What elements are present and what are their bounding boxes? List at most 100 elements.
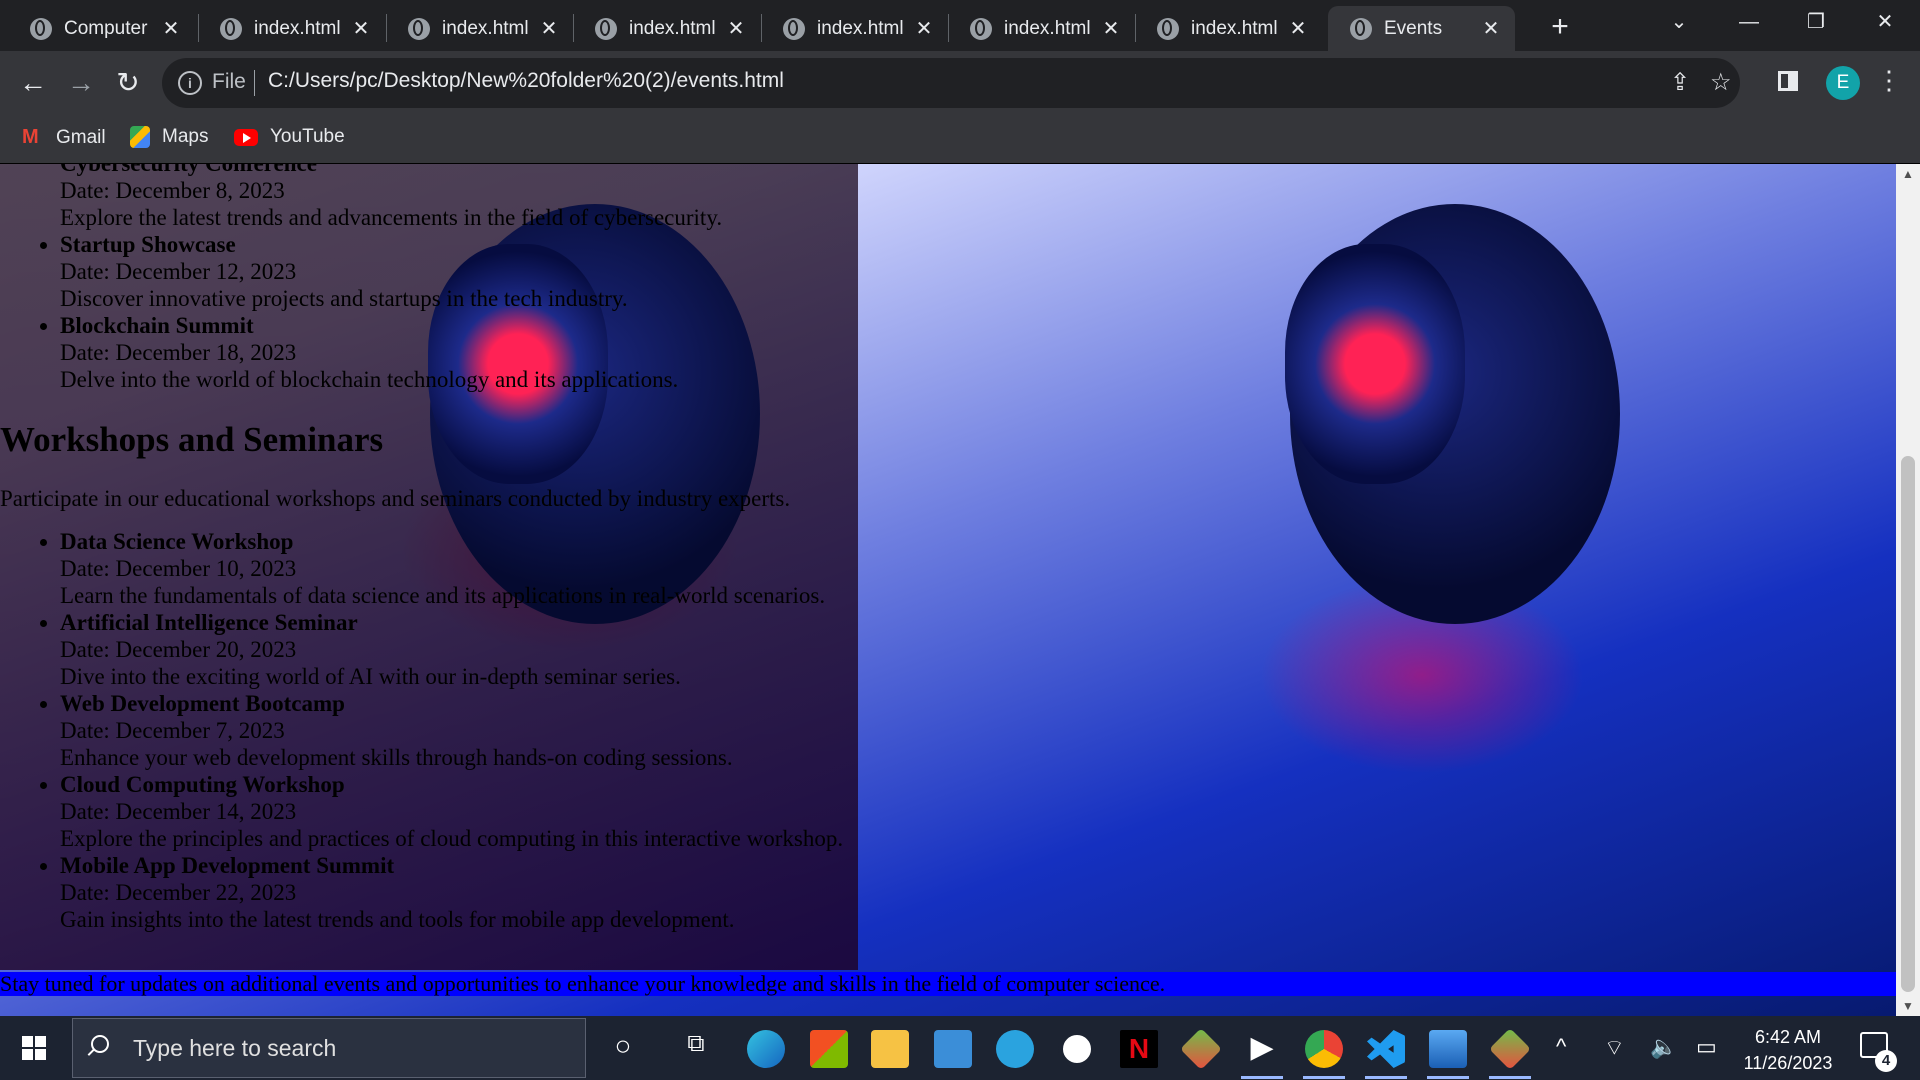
section-title: Workshops and Seminars [0, 420, 384, 459]
photos-icon[interactable] [1429, 1030, 1467, 1068]
menu-icon[interactable]: ⋮ [1876, 65, 1902, 96]
bookmark-label: Maps [162, 126, 209, 147]
forward-button[interactable]: → [61, 63, 101, 103]
bookmark-gmail[interactable]: M Gmail [22, 126, 106, 149]
event-name: Startup Showcase [60, 232, 236, 257]
close-window-button[interactable]: ✕ [1850, 0, 1920, 44]
event-date: Date: December 7, 2023 [60, 718, 285, 743]
network-icon[interactable]: ⌔ [1604, 1034, 1625, 1062]
bookmark-maps[interactable]: Maps [130, 126, 208, 148]
list-item: Cybersecurity Conference Date: December … [60, 164, 722, 231]
tab-label: index.html [1191, 17, 1278, 39]
system-clock[interactable]: 6:42 AM 11/26/2023 [1728, 1024, 1848, 1076]
list-item: Startup Showcase Date: December 12, 2023… [60, 231, 722, 312]
bookmark-youtube[interactable]: YouTube [234, 126, 345, 148]
restore-button[interactable]: ❐ [1781, 0, 1851, 44]
tab-label: index.html [817, 17, 904, 39]
battery-icon[interactable]: ▭ [1696, 1034, 1717, 1060]
scrollbar-thumb[interactable] [1901, 456, 1915, 992]
back-button[interactable]: ← [13, 63, 53, 103]
git-running-indicator [1489, 1076, 1531, 1079]
event-description: Learn the fundamentals of data science a… [60, 583, 826, 608]
close-icon[interactable]: ✕ [1477, 16, 1505, 41]
task-view-icon[interactable]: ⧉ [676, 1030, 716, 1058]
event-date: Date: December 20, 2023 [60, 637, 297, 662]
globe-icon [595, 17, 617, 40]
close-icon[interactable]: ✕ [1284, 16, 1312, 41]
windows-taskbar: Type here to search ○ ⧉ N ▶ ^ ⌔ 🔈 ▭ 6:42… [0, 1016, 1920, 1080]
section-intro: Participate in our educational workshops… [0, 486, 791, 511]
photos-running-indicator [1427, 1076, 1469, 1079]
tab-index-1[interactable]: index.html ✕ [198, 6, 385, 51]
event-name: Cybersecurity Conference [60, 164, 722, 177]
scheme-label: File [212, 70, 246, 93]
close-icon[interactable]: ✕ [722, 16, 750, 41]
event-date: Date: December 8, 2023 [60, 178, 285, 203]
footer-banner: Stay tuned for updates on additional eve… [0, 972, 1896, 996]
whatsapp-icon[interactable] [1058, 1030, 1096, 1068]
address-separator [254, 70, 255, 96]
event-name: Mobile App Development Summit [60, 853, 395, 878]
tab-index-4[interactable]: index.html ✕ [761, 6, 948, 51]
chrome-running-indicator [1303, 1076, 1345, 1079]
globe-icon [1157, 17, 1179, 40]
vscode-icon[interactable] [1367, 1030, 1405, 1068]
tab-label: index.html [1004, 17, 1091, 39]
search-placeholder: Type here to search [133, 1035, 337, 1061]
tab-index-6[interactable]: index.html ✕ [1135, 6, 1322, 51]
bookmark-star-icon[interactable]: ☆ [1710, 68, 1732, 97]
list-item: Data Science Workshop Date: December 10,… [60, 528, 843, 609]
file-explorer-icon[interactable] [871, 1030, 909, 1068]
tab-computer[interactable]: Computer ✕ [8, 6, 195, 51]
bookmarks-bar: M Gmail Maps YouTube [0, 115, 1920, 164]
volume-icon[interactable]: 🔈 [1650, 1034, 1677, 1060]
telegram-icon[interactable] [996, 1030, 1034, 1068]
scroll-down-arrow[interactable]: ▼ [1896, 996, 1920, 1016]
chrome-icon[interactable] [1305, 1030, 1343, 1068]
git-icon[interactable] [1180, 1028, 1222, 1070]
tab-search-button[interactable]: ⌄ [1644, 0, 1714, 44]
close-icon[interactable]: ✕ [157, 16, 185, 41]
globe-icon [30, 17, 52, 40]
share-icon[interactable]: ⇪ [1670, 68, 1690, 97]
scroll-up-arrow[interactable]: ▲ [1896, 164, 1920, 184]
info-icon[interactable]: i [178, 71, 202, 95]
list-item: Cloud Computing Workshop Date: December … [60, 771, 843, 852]
new-tab-button[interactable]: + [1538, 8, 1582, 46]
page-viewport: Cybersecurity Conference Date: December … [0, 164, 1896, 1016]
maps-icon [130, 126, 150, 148]
close-icon[interactable]: ✕ [910, 16, 938, 41]
url-text[interactable]: C:/Users/pc/Desktop/New%20folder%20(2)/e… [268, 69, 784, 93]
close-icon[interactable]: ✕ [1097, 16, 1125, 41]
minimize-button[interactable]: — [1714, 0, 1784, 44]
page-scrollbar[interactable]: ▲ ▼ [1896, 164, 1920, 1016]
netflix-icon[interactable]: N [1120, 1030, 1158, 1068]
event-date: Date: December 14, 2023 [60, 799, 297, 824]
close-icon[interactable]: ✕ [535, 16, 563, 41]
media-icon[interactable]: ▶ [1242, 1030, 1282, 1065]
edge-icon[interactable] [747, 1030, 785, 1068]
git-icon[interactable] [1489, 1028, 1531, 1070]
side-panel-icon[interactable] [1778, 71, 1798, 91]
mail-icon[interactable] [934, 1030, 972, 1068]
store-icon[interactable] [810, 1030, 848, 1068]
event-name: Web Development Bootcamp [60, 691, 345, 716]
event-description: Explore the latest trends and advancemen… [60, 205, 723, 230]
globe-icon [1350, 17, 1372, 40]
cortana-icon[interactable]: ○ [603, 1030, 643, 1062]
tab-index-2[interactable]: index.html ✕ [386, 6, 573, 51]
profile-avatar[interactable]: E [1826, 66, 1860, 100]
windows-start-icon[interactable] [22, 1036, 46, 1060]
close-icon[interactable]: ✕ [347, 16, 375, 41]
conference-list: Cybersecurity Conference Date: December … [0, 164, 722, 393]
tab-label: index.html [254, 17, 341, 39]
workshop-list: Data Science Workshop Date: December 10,… [0, 528, 843, 933]
show-hidden-icons-chevron-up-icon[interactable]: ^ [1556, 1034, 1566, 1060]
address-bar[interactable]: i File C:/Users/pc/Desktop/New%20folder%… [162, 58, 1740, 108]
taskbar-search-box[interactable]: Type here to search [72, 1018, 586, 1078]
tab-events[interactable]: Events ✕ [1328, 6, 1515, 51]
reload-button[interactable]: ↻ [108, 63, 148, 103]
list-item: Mobile App Development Summit Date: Dece… [60, 852, 843, 933]
tab-index-5[interactable]: index.html ✕ [948, 6, 1135, 51]
tab-index-3[interactable]: index.html ✕ [573, 6, 760, 51]
